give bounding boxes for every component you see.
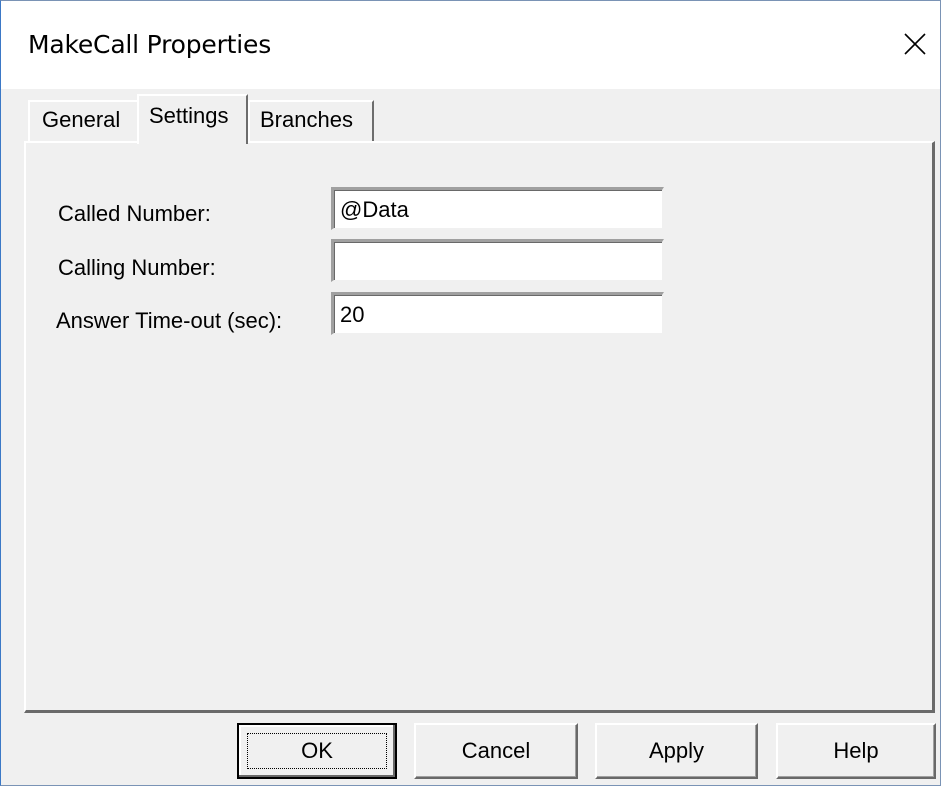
window-title: MakeCall Properties	[28, 30, 272, 59]
cancel-button-label: Cancel	[461, 738, 531, 763]
tab-settings-label: Settings	[149, 103, 229, 128]
calling-number-label: Calling Number:	[58, 255, 216, 280]
apply-button-label: Apply	[648, 738, 705, 763]
called-number-field[interactable]: @Data	[331, 187, 664, 230]
tab-branches[interactable]: Branches	[248, 100, 374, 141]
ok-button[interactable]: OK	[237, 723, 397, 779]
called-number-label: Called Number:	[58, 201, 211, 226]
help-button-label: Help	[833, 738, 879, 763]
help-button[interactable]: Help	[776, 723, 936, 779]
properties-dialog: MakeCall Properties General Settings Bra…	[0, 0, 941, 786]
tab-general[interactable]: General	[28, 100, 140, 141]
answer-timeout-field[interactable]: 20	[331, 292, 664, 335]
tab-general-label: General	[42, 107, 121, 132]
answer-timeout-label: Answer Time-out (sec):	[56, 308, 283, 333]
close-icon	[904, 33, 926, 55]
tab-branches-label: Branches	[260, 107, 353, 132]
close-button[interactable]	[895, 25, 935, 65]
focus-rectangle	[247, 733, 387, 769]
calling-number-field[interactable]	[331, 239, 664, 282]
apply-button[interactable]: Apply	[595, 723, 758, 779]
title-bar: MakeCall Properties	[1, 1, 940, 89]
tab-settings[interactable]: Settings	[137, 94, 248, 144]
cancel-button[interactable]: Cancel	[414, 723, 578, 779]
